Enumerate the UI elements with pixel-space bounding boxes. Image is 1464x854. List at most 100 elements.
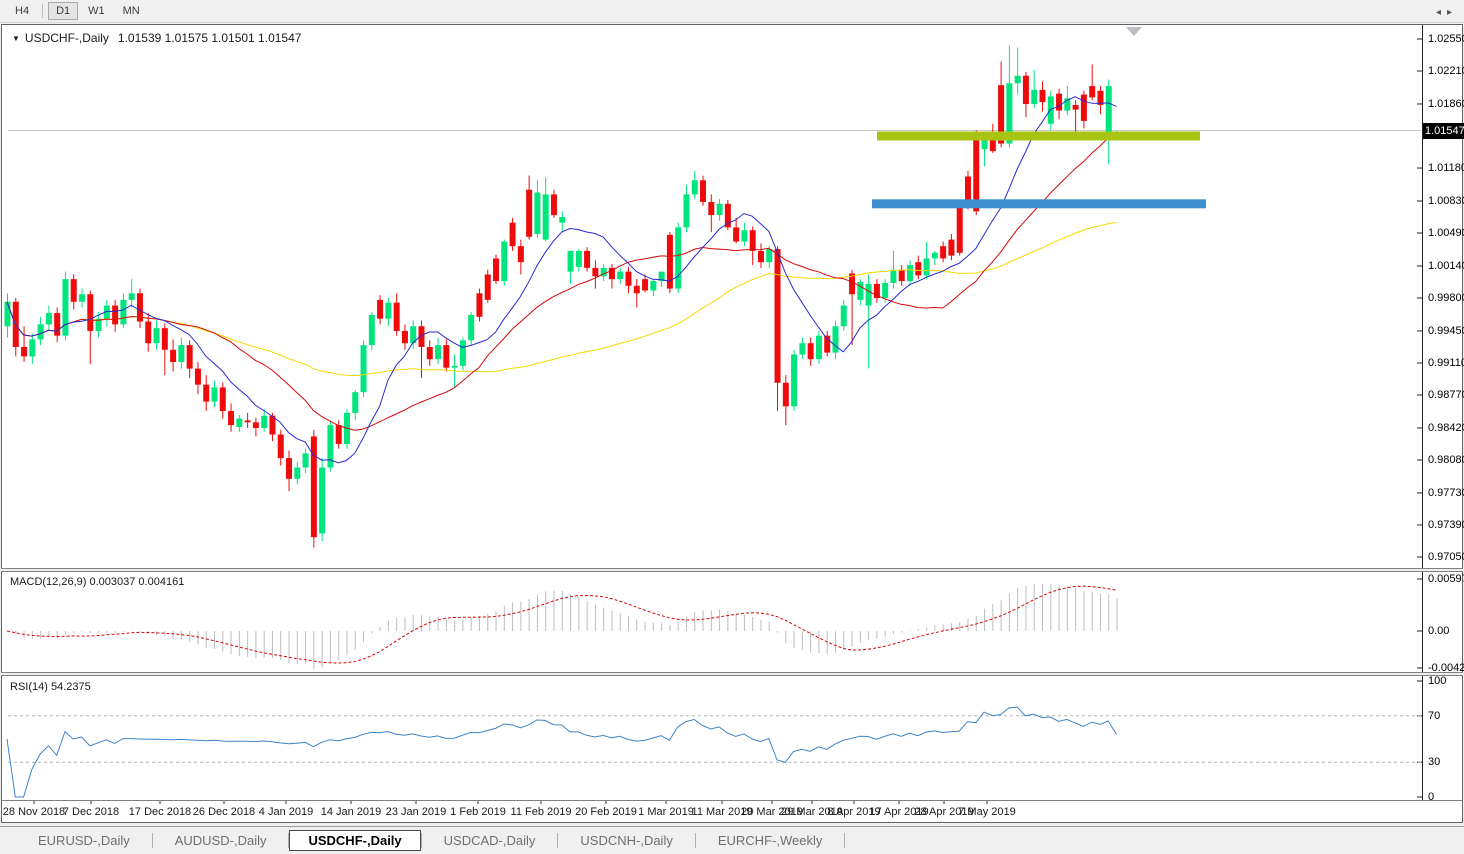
price-axis-label: 0.97050 xyxy=(1428,551,1464,563)
price-axis-label: 0.97730 xyxy=(1428,487,1464,499)
candle xyxy=(932,253,938,259)
candle xyxy=(890,270,896,283)
candle xyxy=(576,251,582,267)
price-axis-label: 0.97390 xyxy=(1428,519,1464,531)
candle xyxy=(899,270,905,281)
candle xyxy=(435,345,441,359)
candle xyxy=(21,347,27,356)
candle xyxy=(79,294,85,302)
price-axis-label: 0.98770 xyxy=(1428,389,1464,401)
candle xyxy=(162,328,168,350)
support-band[interactable] xyxy=(872,199,1206,208)
macd-pane-label: MACD(12,26,9) 0.003037 0.004161 xyxy=(10,576,184,588)
macd-axis-label: 0.00 xyxy=(1428,625,1449,637)
candle xyxy=(866,284,872,306)
candle xyxy=(112,306,118,325)
candle xyxy=(468,315,474,340)
candle xyxy=(443,345,449,368)
chart-title: ▼ USDCHF-,Daily 1.01539 1.01575 1.01501 1.… xyxy=(12,31,301,45)
macd-label: MACD(12,26,9) xyxy=(10,576,86,588)
candle xyxy=(708,202,714,215)
candle xyxy=(725,204,731,228)
price-axis-label: 0.98080 xyxy=(1428,454,1464,466)
terminal-root: H4D1W1MN ▼USDCHF-,Daily1.01539 1.01575 1… xyxy=(0,0,1464,854)
candle xyxy=(948,240,954,256)
candle xyxy=(783,383,789,407)
price-axis-label: 1.00490 xyxy=(1428,227,1464,239)
candle xyxy=(129,293,135,300)
candle xyxy=(526,190,532,237)
candle xyxy=(683,194,689,227)
price-axis-border xyxy=(1422,25,1423,801)
candle xyxy=(1048,96,1054,123)
candle xyxy=(369,315,375,345)
candle xyxy=(46,313,52,324)
candle xyxy=(54,313,60,336)
ma-fast-line xyxy=(7,97,1117,463)
candle xyxy=(385,303,391,319)
candle xyxy=(750,230,756,251)
macd-axis-label: -0.00424 xyxy=(1428,662,1464,674)
candle xyxy=(799,343,805,354)
macd-signal-line xyxy=(7,586,1117,663)
chart-shift-marker-icon[interactable] xyxy=(1126,27,1142,36)
candle xyxy=(427,347,433,359)
price-axis-label: 1.02210 xyxy=(1428,65,1464,77)
price-axis-label: 0.99450 xyxy=(1428,325,1464,337)
candle xyxy=(766,249,772,262)
macd-rsi-splitter[interactable] xyxy=(1,672,1463,676)
candle xyxy=(642,279,648,290)
candle xyxy=(394,303,400,331)
candle xyxy=(534,193,540,234)
candle xyxy=(1040,90,1046,102)
candle xyxy=(253,422,259,428)
rsi-pane-label: RSI(14) 54.2375 xyxy=(10,681,91,693)
candle xyxy=(1023,76,1029,104)
candle xyxy=(584,251,590,268)
price-axis-label: 0.99110 xyxy=(1428,357,1464,369)
candle xyxy=(924,258,930,275)
candle xyxy=(833,326,839,352)
price-axis-label: 1.02550 xyxy=(1428,33,1464,45)
candle xyxy=(940,246,946,258)
price-axis-label: 0.98420 xyxy=(1428,422,1464,434)
candle xyxy=(568,251,574,272)
chart-title-ohlc: 1.01539 1.01575 1.01501 1.01547 xyxy=(118,31,302,45)
candle xyxy=(758,251,764,262)
candle xyxy=(236,419,242,427)
candle xyxy=(1073,105,1079,110)
candle xyxy=(319,468,325,534)
resistance-band[interactable] xyxy=(877,132,1200,141)
candle xyxy=(303,453,309,467)
price-axis-label: 1.00830 xyxy=(1428,195,1464,207)
candle xyxy=(178,345,184,362)
candle xyxy=(717,204,723,215)
candle xyxy=(907,265,913,281)
rsi-label: RSI(14) xyxy=(10,681,48,693)
candle xyxy=(352,392,358,413)
candle xyxy=(882,283,888,298)
chart-title-symbol: USDCHF-,Daily xyxy=(25,31,109,45)
candle xyxy=(1015,76,1021,84)
candle xyxy=(452,366,458,368)
candle xyxy=(982,140,988,149)
rsi-axis-label: 70 xyxy=(1428,710,1440,722)
ma-medium-line xyxy=(7,132,1117,430)
candle xyxy=(460,340,466,365)
price-chart-canvas[interactable] xyxy=(0,0,1464,854)
candle xyxy=(733,227,739,241)
date-axis-label: 7 May 2019 xyxy=(942,806,1032,818)
rsi-axis-label: 0 xyxy=(1428,791,1434,803)
candle xyxy=(543,194,549,239)
current-price-badge: 1.01547 xyxy=(1423,123,1464,139)
candle xyxy=(650,281,656,290)
candle xyxy=(501,241,507,281)
symbol-dropdown-icon[interactable]: ▼ xyxy=(12,34,20,43)
candle xyxy=(1106,86,1112,138)
candle xyxy=(476,293,482,317)
candle xyxy=(518,246,524,262)
candle xyxy=(741,230,747,241)
macd-values: 0.003037 0.004161 xyxy=(89,576,184,588)
price-macd-splitter[interactable] xyxy=(1,568,1463,572)
candle xyxy=(5,302,11,326)
